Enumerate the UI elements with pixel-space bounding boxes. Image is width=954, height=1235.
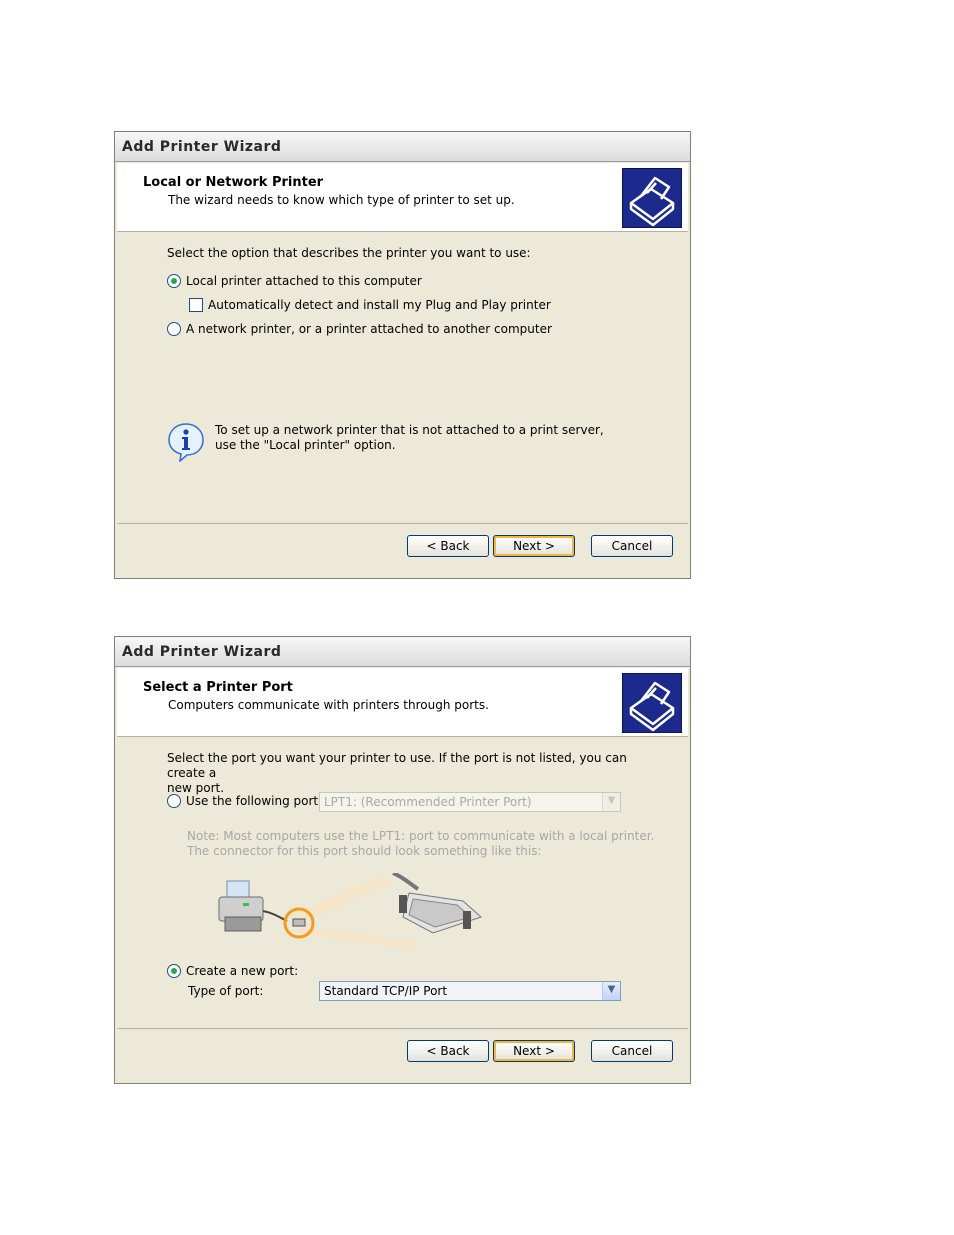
note-line-2: The connector for this port should look … (187, 844, 542, 858)
add-printer-wizard-dialog-2: Add Printer Wizard Select a Printer Port… (114, 636, 691, 1084)
wizard-body: Select the port you want your printer to… (117, 737, 688, 1027)
chevron-down-icon[interactable]: ▼ (602, 982, 620, 1000)
cancel-button[interactable]: Cancel (591, 535, 673, 557)
local-printer-label: Local printer attached to this computer (186, 274, 422, 288)
intro-text: Select the option that describes the pri… (167, 246, 531, 260)
wizard-footer: < Back Next > Cancel (117, 1028, 688, 1081)
use-port-option[interactable]: Use the following port: (167, 794, 322, 808)
printer-wizard-icon (622, 168, 682, 228)
header-subtitle: The wizard needs to know which type of p… (168, 193, 515, 207)
type-of-port-label: Type of port: (188, 984, 264, 998)
port-note: Note: Most computers use the LPT1: port … (187, 829, 654, 859)
use-port-label: Use the following port: (186, 794, 323, 808)
create-port-radio[interactable] (167, 964, 181, 978)
intro-line-1: Select the port you want your printer to… (167, 751, 627, 780)
info-text: To set up a network printer that is not … (215, 423, 604, 453)
next-button[interactable]: Next > (493, 1040, 575, 1062)
create-port-label: Create a new port: (186, 964, 299, 978)
port-select-value: LPT1: (Recommended Printer Port) (324, 795, 532, 809)
wizard-header: Select a Printer Port Computers communic… (117, 668, 688, 737)
header-subtitle: Computers communicate with printers thro… (168, 698, 489, 712)
wizard-header: Local or Network Printer The wizard need… (117, 163, 688, 232)
local-printer-option[interactable]: Local printer attached to this computer (167, 274, 422, 288)
next-button[interactable]: Next > (493, 535, 575, 557)
wizard-body: Select the option that describes the pri… (117, 232, 688, 522)
dialog-title: Add Printer Wizard (115, 132, 690, 162)
plug-and-play-checkbox[interactable] (189, 298, 203, 312)
header-title: Select a Printer Port (143, 680, 293, 695)
back-button[interactable]: < Back (407, 1040, 489, 1062)
note-line-1: Note: Most computers use the LPT1: port … (187, 829, 655, 843)
network-printer-radio[interactable] (167, 322, 181, 336)
add-printer-wizard-dialog-1: Add Printer Wizard Local or Network Prin… (114, 131, 691, 579)
dialog-title: Add Printer Wizard (115, 637, 690, 667)
printer-wizard-icon (622, 673, 682, 733)
info-line-1: To set up a network printer that is not … (215, 423, 604, 437)
port-select[interactable]: LPT1: (Recommended Printer Port) ▼ (319, 792, 621, 812)
plug-and-play-option[interactable]: Automatically detect and install my Plug… (189, 298, 551, 312)
wizard-footer: < Back Next > Cancel (117, 523, 688, 576)
network-printer-label: A network printer, or a printer attached… (186, 322, 552, 336)
network-printer-option[interactable]: A network printer, or a printer attached… (167, 322, 552, 336)
info-line-2: use the "Local printer" option. (215, 438, 396, 452)
header-title: Local or Network Printer (143, 175, 324, 190)
cancel-button[interactable]: Cancel (591, 1040, 673, 1062)
type-of-port-select[interactable]: Standard TCP/IP Port ▼ (319, 981, 621, 1001)
local-printer-radio[interactable] (167, 274, 181, 288)
back-button[interactable]: < Back (407, 535, 489, 557)
printer-parallel-cable-illustration (213, 871, 493, 956)
create-port-option[interactable]: Create a new port: (167, 964, 298, 978)
use-port-radio[interactable] (167, 794, 181, 808)
type-of-port-value: Standard TCP/IP Port (324, 984, 448, 998)
plug-and-play-label: Automatically detect and install my Plug… (208, 298, 551, 312)
chevron-down-icon[interactable]: ▼ (602, 793, 620, 811)
info-icon (167, 422, 205, 465)
intro-text: Select the port you want your printer to… (167, 751, 637, 796)
